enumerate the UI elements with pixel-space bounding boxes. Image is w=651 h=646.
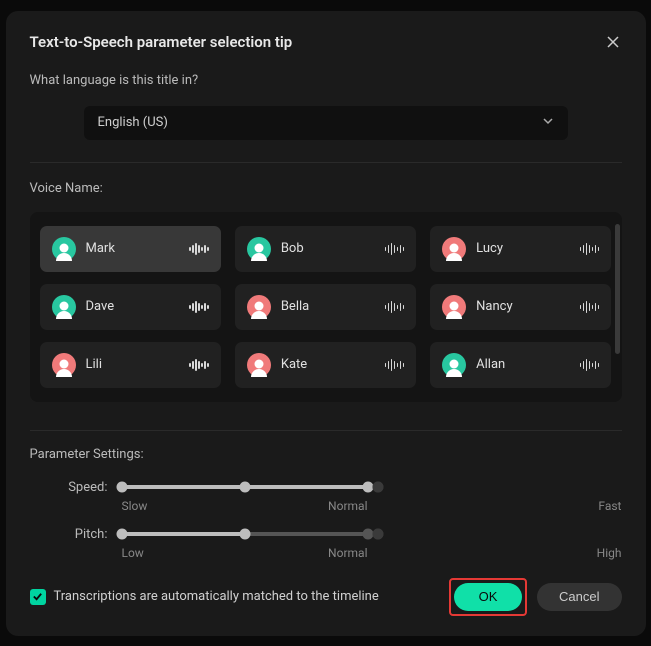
- voice-name-label: Bella: [281, 299, 375, 314]
- pitch-mark-mid: Normal: [328, 546, 367, 560]
- speed-mark-low: Slow: [122, 499, 148, 513]
- pitch-label: Pitch:: [30, 527, 108, 542]
- dialog-title: Text-to-Speech parameter selection tip: [30, 33, 293, 51]
- speed-label: Speed:: [30, 480, 108, 495]
- voice-name-label: Allan: [476, 357, 570, 372]
- voice-name-label: Lucy: [476, 241, 570, 256]
- auto-match-checkbox-row[interactable]: Transcriptions are automatically matched…: [30, 589, 379, 605]
- voice-card-dave[interactable]: Dave: [40, 284, 221, 330]
- close-icon: [606, 35, 620, 49]
- voice-scrollbar[interactable]: [615, 224, 620, 354]
- pitch-slider[interactable]: [122, 532, 368, 536]
- voice-card-bella[interactable]: Bella: [235, 284, 416, 330]
- params-section-label: Parameter Settings:: [30, 447, 622, 462]
- avatar: [442, 353, 466, 377]
- avatar: [52, 237, 76, 261]
- voice-name-label: Nancy: [476, 299, 570, 314]
- voice-card-lucy[interactable]: Lucy: [430, 226, 611, 272]
- pitch-mark-low: Low: [122, 546, 144, 560]
- voice-card-lili[interactable]: Lili: [40, 342, 221, 388]
- waveform-icon[interactable]: [189, 301, 209, 313]
- chevron-down-icon: [542, 115, 554, 131]
- voice-section-label: Voice Name:: [30, 181, 622, 196]
- divider: [30, 430, 622, 431]
- language-selected-value: English (US): [98, 115, 168, 130]
- waveform-icon[interactable]: [580, 359, 600, 371]
- divider: [30, 162, 622, 163]
- speed-mark-high: Fast: [368, 499, 622, 513]
- ok-button[interactable]: OK: [454, 583, 522, 611]
- waveform-icon[interactable]: [385, 243, 405, 255]
- voice-name-label: Mark: [86, 241, 180, 256]
- voice-name-label: Bob: [281, 241, 375, 256]
- voice-card-mark[interactable]: Mark: [40, 226, 221, 272]
- waveform-icon[interactable]: [189, 359, 209, 371]
- checkbox-checked-icon: [30, 589, 46, 605]
- pitch-mark-high: High: [368, 546, 622, 560]
- avatar: [52, 295, 76, 319]
- waveform-icon[interactable]: [385, 301, 405, 313]
- voice-panel: Mark Bob Lucy Dave Bella Nancy Lili Kate Allan: [30, 212, 622, 402]
- speed-mark-mid: Normal: [328, 499, 367, 513]
- voice-card-bob[interactable]: Bob: [235, 226, 416, 272]
- speed-slider[interactable]: [122, 485, 368, 489]
- close-button[interactable]: [604, 33, 622, 51]
- avatar: [442, 295, 466, 319]
- language-question: What language is this title in?: [30, 73, 622, 88]
- voice-card-allan[interactable]: Allan: [430, 342, 611, 388]
- avatar: [442, 237, 466, 261]
- auto-match-label: Transcriptions are automatically matched…: [54, 589, 379, 604]
- tts-dialog: Text-to-Speech parameter selection tip W…: [6, 11, 646, 636]
- voice-card-kate[interactable]: Kate: [235, 342, 416, 388]
- language-select[interactable]: English (US): [84, 106, 568, 140]
- waveform-icon[interactable]: [385, 359, 405, 371]
- waveform-icon[interactable]: [580, 301, 600, 313]
- waveform-icon[interactable]: [580, 243, 600, 255]
- ok-highlight-box: OK: [449, 578, 527, 616]
- cancel-button[interactable]: Cancel: [537, 583, 621, 611]
- voice-name-label: Lili: [86, 357, 180, 372]
- avatar: [247, 237, 271, 261]
- avatar: [247, 353, 271, 377]
- voice-name-label: Kate: [281, 357, 375, 372]
- voice-name-label: Dave: [86, 299, 180, 314]
- voice-card-nancy[interactable]: Nancy: [430, 284, 611, 330]
- waveform-icon[interactable]: [189, 243, 209, 255]
- avatar: [52, 353, 76, 377]
- avatar: [247, 295, 271, 319]
- dialog-header: Text-to-Speech parameter selection tip: [30, 33, 622, 51]
